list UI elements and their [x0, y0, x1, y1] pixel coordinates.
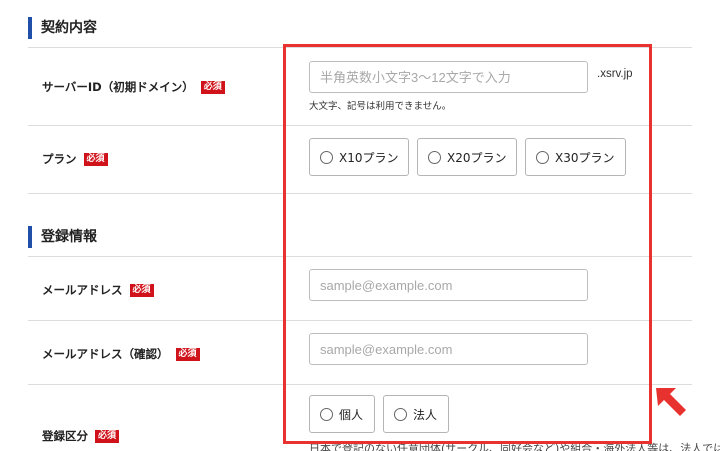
section-title-registration: 登録情報: [28, 226, 97, 248]
divider: [28, 384, 692, 385]
section-title-contract: 契約内容: [28, 17, 97, 39]
radio-circle-icon: [394, 407, 407, 421]
plan-option-x10[interactable]: X10プラン: [309, 138, 409, 176]
email-input[interactable]: [309, 269, 588, 301]
registration-type-note: 日本で登記のない任意団体(サークル、同好会など)や組合・海外法人等は、法人ではな: [309, 442, 720, 451]
registration-type-label: 登録区分 必須: [42, 428, 120, 444]
server-id-help-text: 大文字、記号は利用できません。: [309, 101, 452, 112]
required-badge: 必須: [200, 80, 225, 94]
plan-label-text: プラン: [42, 152, 77, 166]
radio-circle-icon: [536, 150, 549, 164]
email-confirm-label: メールアドレス（確認） 必須: [42, 346, 200, 362]
required-badge: 必須: [129, 283, 154, 297]
email-confirm-label-text: メールアドレス（確認）: [42, 347, 169, 361]
domain-suffix: .xsrv.jp: [597, 68, 633, 80]
registration-option-label: 個人: [339, 407, 364, 422]
server-id-label: サーバーID（初期ドメイン） 必須: [42, 79, 225, 95]
plan-option-label: X30プラン: [555, 150, 615, 165]
registration-option-corporate[interactable]: 法人: [383, 395, 449, 433]
arrow-up-left-icon: [656, 388, 686, 416]
registration-option-individual[interactable]: 個人: [309, 395, 375, 433]
divider: [28, 256, 692, 257]
registration-option-label: 法人: [413, 407, 438, 422]
plan-label: プラン 必須: [42, 151, 108, 167]
plan-option-x30[interactable]: X30プラン: [525, 138, 626, 176]
email-label: メールアドレス 必須: [42, 282, 154, 298]
plan-option-label: X10プラン: [339, 150, 399, 165]
divider: [28, 125, 692, 126]
divider: [28, 193, 692, 194]
plan-option-label: X20プラン: [447, 150, 507, 165]
email-label-text: メールアドレス: [42, 283, 123, 297]
divider: [28, 47, 692, 48]
required-badge: 必須: [175, 347, 200, 361]
radio-circle-icon: [320, 407, 333, 421]
registration-type-label-text: 登録区分: [42, 429, 88, 443]
required-badge: 必須: [95, 429, 120, 443]
server-id-input[interactable]: [309, 61, 588, 93]
server-id-label-text: サーバーID（初期ドメイン）: [42, 80, 194, 94]
radio-circle-icon: [428, 150, 441, 164]
required-badge: 必須: [83, 152, 108, 166]
divider: [28, 320, 692, 321]
radio-circle-icon: [320, 150, 333, 164]
email-confirm-input[interactable]: [309, 333, 588, 365]
plan-option-x20[interactable]: X20プラン: [417, 138, 517, 176]
